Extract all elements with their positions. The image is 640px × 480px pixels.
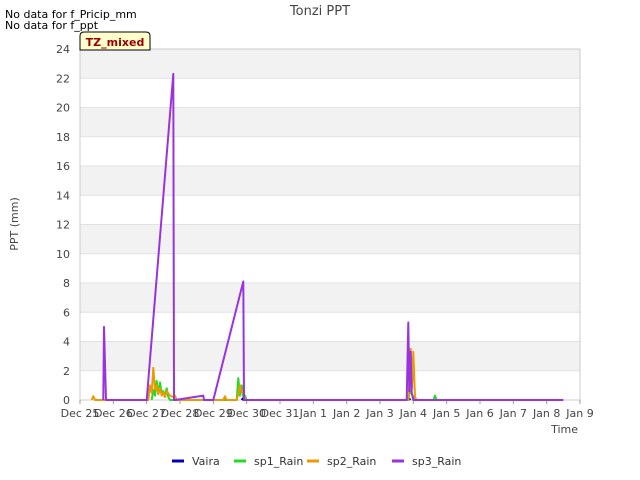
y-tick-label: 8 <box>63 277 70 290</box>
grid-band <box>80 166 580 196</box>
legend-label: sp3_Rain <box>412 455 461 468</box>
x-axis-label: Time <box>550 423 578 436</box>
ppt-chart: 024681012141618202224 Dec 25Dec 26Dec 27… <box>5 4 594 468</box>
x-tick-label: Jan 6 <box>465 407 493 420</box>
x-tick-label: Jan 5 <box>432 407 460 420</box>
legend-label: sp1_Rain <box>254 455 303 468</box>
x-tick-label: Jan 7 <box>499 407 527 420</box>
y-tick-label: 16 <box>56 160 70 173</box>
y-tick-label: 20 <box>56 102 70 115</box>
site-badge: TZ_mixed <box>79 31 151 51</box>
legend-label: Vaira <box>192 455 220 468</box>
grid-band <box>80 49 580 79</box>
x-tick-label: Jan 1 <box>299 407 327 420</box>
y-tick-label: 24 <box>56 43 70 56</box>
x-tick-label: Jan 8 <box>532 407 560 420</box>
chart-container: 0 2 4 6 8 10 12 14 16 18 20 22 24 Dec 25 Dec 26 Dec 27… <box>0 0 640 480</box>
legend: Vaira sp1_Rain sp2_Rain sp3_Rain <box>172 455 461 468</box>
grid-band <box>80 224 580 254</box>
x-tick-label: Jan 3 <box>365 407 393 420</box>
y-tick-label: 4 <box>63 336 70 349</box>
y-tick-label: 6 <box>63 306 70 319</box>
x-tick-label: Jan 2 <box>332 407 360 420</box>
y-tick-label: 2 <box>63 365 70 378</box>
site-badge-label: TZ_mixed <box>86 36 145 49</box>
y-tick-label: 18 <box>56 131 70 144</box>
x-tick-label: Dec 31 <box>261 407 300 420</box>
y-tick-label: 10 <box>56 248 70 261</box>
y-tick-label: 12 <box>56 219 70 232</box>
grid-band <box>80 341 580 371</box>
y-axis-label: PPT (mm) <box>8 197 21 251</box>
y-tick-label: 0 <box>63 394 70 407</box>
grid-band <box>80 107 580 137</box>
x-tick-label: Jan 4 <box>399 407 427 420</box>
no-data-note-2: No data for f_ppt <box>5 19 99 32</box>
legend-label: sp2_Rain <box>327 455 376 468</box>
y-tick-label: 22 <box>56 72 70 85</box>
y-tick-label: 14 <box>56 189 70 202</box>
chart-title: Tonzi PPT <box>289 4 350 19</box>
x-tick-label: Jan 9 <box>565 407 593 420</box>
